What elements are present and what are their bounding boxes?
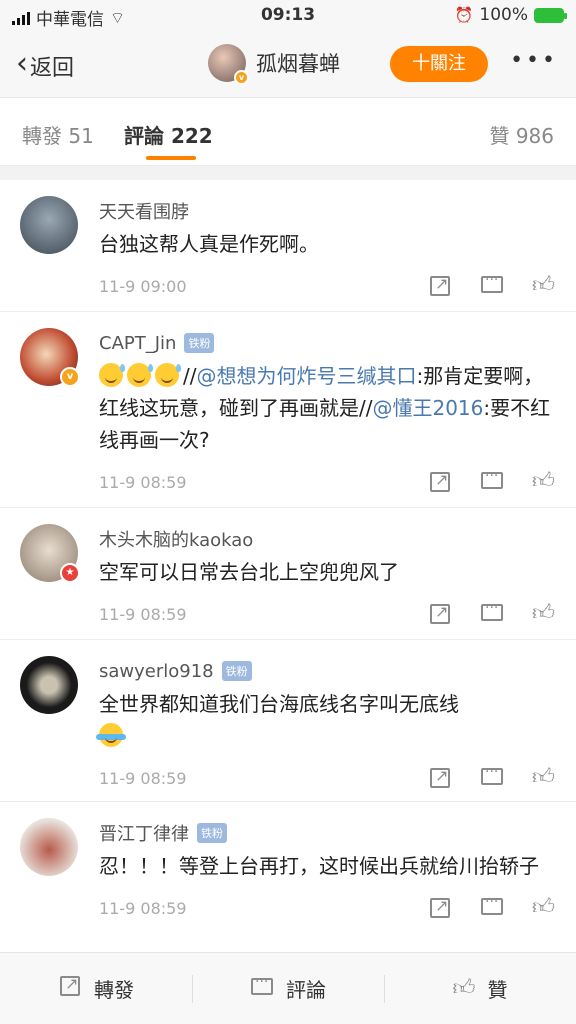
tab-bar: 轉發 51 評論 222 贊 986 — [0, 98, 576, 166]
share-button[interactable] — [428, 274, 452, 298]
share-icon — [430, 470, 450, 492]
reply-button[interactable] — [480, 764, 504, 790]
bottom-action-bar: 轉發 評論 👍︎ 贊 — [0, 952, 576, 1024]
comment-author[interactable]: sawyerlo918 — [99, 661, 214, 682]
avatar[interactable] — [20, 818, 78, 876]
reply-button[interactable] — [480, 600, 504, 626]
comment-item: ★ 木头木脑的kaokao 空军可以日常去台北上空兜兜风了 11-9 08:59… — [0, 508, 576, 640]
thumbs-up-icon: 👍︎ — [532, 895, 555, 920]
share-icon — [430, 274, 450, 296]
comment-list: 天天看围脖 台独这帮人真是作死啊。 11-9 09:00 👍︎ v CAPT_J… — [0, 180, 576, 962]
chevron-left-icon: ‹ — [16, 46, 28, 81]
comment-item: 晋江丁律律 铁粉 忍！！！等登上台再打，这时候出兵就给川抬轿子 11-9 08:… — [0, 802, 576, 962]
nav-user[interactable]: v 孤烟暮蝉 — [208, 44, 340, 85]
share-icon — [430, 766, 450, 788]
reply-button[interactable] — [480, 894, 504, 920]
comment-author[interactable]: CAPT_Jin — [99, 333, 176, 354]
comment-text-body: 全世界都知道我们台海底线名字叫无底线 — [99, 692, 459, 716]
mention-link[interactable]: @懂王2016 — [372, 396, 483, 420]
follow-button[interactable]: 十關注 — [390, 46, 488, 82]
fan-badge: 铁粉 — [221, 661, 252, 681]
avatar[interactable] — [20, 656, 78, 714]
comment-icon — [250, 974, 274, 1002]
member-badge-icon: ★ — [60, 563, 80, 583]
comment-icon — [481, 272, 503, 293]
comment-author[interactable]: 天天看围脖 — [99, 198, 189, 224]
comment-text: //@想想为何炸号三缄其口:那肯定要啊，红线这玩意，碰到了再画就是//@懂王20… — [99, 360, 556, 456]
avatar: v — [208, 44, 249, 85]
comment-text: 忍！！！等登上台再打，这时候出兵就给川抬轿子 — [99, 854, 539, 878]
battery-percent: 100% — [479, 5, 528, 25]
verified-badge-icon: v — [234, 70, 249, 85]
share-button[interactable] — [428, 470, 452, 494]
comment-icon — [481, 894, 503, 915]
thumbs-up-icon: 👍︎ — [452, 975, 476, 1001]
back-label: 返回 — [30, 55, 75, 81]
comment-text-prefix: // — [183, 364, 197, 388]
comment-time: 11-9 09:00 — [99, 276, 187, 296]
like-label: 贊 — [487, 978, 508, 1002]
laugh-cry-emoji-icon — [96, 723, 126, 747]
repost-label: 轉發 — [94, 978, 134, 1002]
nav-bar: ‹ 返回 v 孤烟暮蝉 十關注 ••• — [0, 30, 576, 98]
comment-text: 台独这帮人真是作死啊。 — [99, 232, 319, 256]
comment-icon — [481, 468, 503, 489]
share-icon — [430, 602, 450, 624]
comment-author[interactable]: 木头木脑的kaokao — [99, 526, 253, 552]
comment-icon — [481, 600, 503, 621]
tab-likes[interactable]: 贊 986 — [489, 120, 554, 149]
comment-time: 11-9 08:59 — [99, 898, 187, 918]
comment-item: v CAPT_Jin 铁粉 //@想想为何炸号三缄其口:那肯定要啊，红线这玩意，… — [0, 312, 576, 508]
share-icon — [430, 896, 450, 918]
avatar[interactable] — [20, 196, 78, 254]
reply-button[interactable] — [480, 272, 504, 298]
like-button[interactable]: 👍︎ — [532, 274, 556, 298]
share-button[interactable] — [428, 766, 452, 790]
share-button[interactable] — [428, 602, 452, 626]
mention-link[interactable]: @想想为何炸号三缄其口 — [196, 364, 416, 388]
active-tab-indicator — [146, 156, 196, 160]
sweat-smile-emoji-icon — [99, 363, 125, 387]
thumbs-up-icon: 👍︎ — [532, 273, 555, 298]
like-button[interactable]: 👍︎ — [532, 766, 556, 790]
username: 孤烟暮蝉 — [256, 52, 340, 76]
like-button[interactable]: 👍︎ — [532, 470, 556, 494]
like-button[interactable]: 👍︎ 贊 — [384, 953, 576, 1024]
comment-item: sawyerlo918 铁粉 全世界都知道我们台海底线名字叫无底线 11-9 0… — [0, 640, 576, 802]
share-button[interactable] — [428, 896, 452, 920]
reply-button[interactable] — [480, 468, 504, 494]
status-bar: 中華電信 ⌔ 09:13 ⏰ 100% — [0, 0, 576, 30]
tab-comments[interactable]: 評論 222 — [124, 120, 213, 149]
comment-item: 天天看围脖 台独这帮人真是作死啊。 11-9 09:00 👍︎ — [0, 180, 576, 312]
more-button[interactable]: ••• — [510, 48, 558, 73]
repost-button[interactable]: 轉發 — [0, 953, 192, 1024]
share-icon — [58, 974, 82, 1003]
sweat-smile-emoji-icon — [127, 363, 153, 387]
section-divider — [0, 166, 576, 180]
comment-text: 空军可以日常去台北上空兜兜风了 — [99, 560, 399, 584]
tab-repost[interactable]: 轉發 51 — [22, 120, 94, 149]
fan-badge: 铁粉 — [197, 823, 227, 843]
comment-button[interactable]: 評論 — [192, 953, 384, 1024]
battery-icon — [534, 7, 567, 23]
thumbs-up-icon: 👍︎ — [532, 601, 555, 626]
comment-icon — [481, 764, 503, 785]
thumbs-up-icon: 👍︎ — [532, 765, 555, 790]
like-button[interactable]: 👍︎ — [532, 602, 556, 626]
comment-time: 11-9 08:59 — [99, 604, 187, 624]
back-button[interactable]: ‹ 返回 — [16, 46, 75, 83]
comment-time: 11-9 08:59 — [99, 472, 187, 492]
comment-label: 評論 — [286, 978, 326, 1002]
comment-author[interactable]: 晋江丁律律 — [99, 820, 189, 846]
thumbs-up-icon: 👍︎ — [532, 469, 555, 494]
alarm-icon: ⏰ — [454, 6, 474, 24]
verified-badge-icon: v — [60, 367, 80, 387]
comment-time: 11-9 08:59 — [99, 768, 187, 788]
fan-badge: 铁粉 — [184, 333, 215, 353]
comment-text: 全世界都知道我们台海底线名字叫无底线 — [96, 688, 556, 752]
sweat-smile-emoji-icon — [155, 363, 181, 387]
status-right: ⏰ 100% — [454, 5, 567, 25]
like-button[interactable]: 👍︎ — [532, 896, 556, 920]
